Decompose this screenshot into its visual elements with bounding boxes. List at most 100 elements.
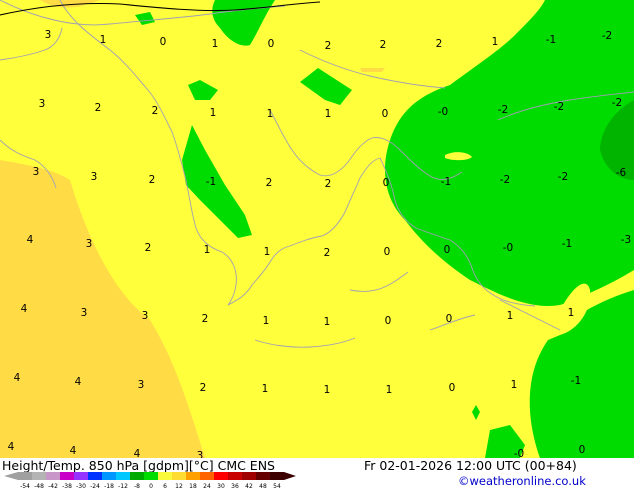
contour-value-label: 1 [324,384,331,396]
contour-value-label: 1 [507,310,514,322]
contour-value-label: 1 [511,379,518,391]
copyright-link[interactable]: ©weatheronline.co.uk [458,474,586,488]
colorbar-tick-label: -48 [34,483,44,490]
colorbar: -54 -48 -42 -38 -30 -24 -18 -12 -8 0 6 12 18 24 30 36 42… [4,472,296,490]
contour-value-label: 0 [383,177,390,189]
colorbar-segment [32,472,46,480]
contour-value-label: -0 [503,242,513,254]
contour-value-label: 3 [81,307,88,319]
colorbar-tick-label: -42 [48,483,58,490]
colorbar-tick-label: 18 [189,483,197,490]
colorbar-tick-label: 30 [217,483,225,490]
contour-value-label: 4 [134,448,141,458]
contour-value-label: -2 [602,30,612,42]
contour-value-label: -2 [498,104,508,116]
contour-value-label: 0 [446,313,453,325]
colorbar-left-arrow [4,472,18,480]
contour-value-label: 0 [268,38,275,50]
colorbar-segment [242,472,256,480]
contour-value-label: 1 [263,315,270,327]
contour-value-label: 1 [100,34,107,46]
valid-time: Fr 02-01-2026 12:00 UTC (00+84) [364,458,577,473]
colorbar-tick-label: 36 [231,483,239,490]
contour-value-label: 4 [27,234,34,246]
map-canvas: 3 1 0 1 0 2 2 2 1 -1 -2 3 2 2 1 1 1 0 -0 -2 -2 -2 3 3 2 -1 2 2 0 -1 -2… [0,0,634,462]
contour-value-label: -0 [514,448,524,458]
contour-value-label: 2 [380,39,387,51]
contour-value-label: 2 [149,174,156,186]
contour-value-label: 1 [324,316,331,328]
contour-value-label: 0 [385,315,392,327]
contour-value-label: -0 [438,106,448,118]
contour-value-label: 3 [33,166,40,178]
contour-value-label: 1 [262,383,269,395]
contour-value-label: -2 [554,101,564,113]
colorbar-tick-label: 12 [175,483,183,490]
contour-value-label: -3 [621,234,631,246]
contour-value-label: 3 [86,238,93,250]
contour-value-label: 3 [91,171,98,183]
chart-title: Height/Temp. 850 hPa [gdpm][°C] CMC ENS [2,458,275,473]
contour-value-label: 2 [436,38,443,50]
contour-value-label: 2 [202,313,209,325]
contour-value-label: 4 [21,303,28,315]
colorbar-segment [144,472,158,480]
contour-value-label: -2 [558,171,568,183]
contour-value-label: 2 [324,247,331,259]
contour-value-label: 2 [325,178,332,190]
colorbar-segment [74,472,88,480]
footer: Height/Temp. 850 hPa [gdpm][°C] CMC ENS … [0,458,634,490]
contour-value-label: 2 [200,382,207,394]
colorbar-segment [130,472,144,480]
colorbar-segment [186,472,200,480]
colorbar-segment [214,472,228,480]
contour-value-label: 2 [95,102,102,114]
colorbar-segment [18,472,32,480]
colorbar-segment [256,472,270,480]
contour-value-label: -1 [441,176,451,188]
contour-value-label: -6 [616,167,627,179]
colorbar-segment [270,472,284,480]
colorbar-segment [116,472,130,480]
contour-value-label: 1 [212,38,219,50]
contour-value-label: 0 [384,246,391,258]
contour-value-label: 2 [152,105,159,117]
colorbar-right-arrow [284,472,296,480]
contour-value-label: 2 [145,242,152,254]
colorbar-segment [88,472,102,480]
colorbar-tick-label: 6 [163,483,167,490]
contour-value-label: 4 [75,376,82,388]
contour-value-label: -2 [612,97,622,109]
contour-value-label: 1 [386,384,393,396]
contour-value-label: 0 [382,108,389,120]
contour-value-label: -1 [562,238,572,250]
colorbar-segment [200,472,214,480]
contour-value-label: 4 [70,445,77,457]
contour-value-label: 1 [264,246,271,258]
colorbar-tick-label: 54 [273,483,281,490]
colorbar-tick-label: -8 [134,483,140,490]
contour-value-label: 3 [138,379,145,391]
contour-value-label: 3 [197,450,204,458]
colorbar-segment [172,472,186,480]
colorbar-tick-label: -24 [90,483,100,490]
contour-value-label: 1 [267,108,274,120]
contour-value-label: 2 [325,40,332,52]
contour-value-label: 2 [266,177,273,189]
contour-value-label: 1 [210,107,217,119]
colorbar-segment [102,472,116,480]
colorbar-tick-label: 0 [149,483,153,490]
contour-value-label: -1 [571,375,581,387]
colorbar-segment [158,472,172,480]
colorbar-segment [228,472,242,480]
contour-value-label: 4 [14,372,21,384]
colorbar-tick-label: 42 [245,483,253,490]
orange-small-patch [360,68,385,72]
colorbar-tick-label: -38 [62,483,72,490]
contour-value-label: 1 [568,307,575,319]
contour-value-label: -1 [206,176,216,188]
contour-value-label: 0 [160,36,167,48]
contour-value-label: 0 [444,244,451,256]
weather-map: 3 1 0 1 0 2 2 2 1 -1 -2 3 2 2 1 1 1 0 -0 -2 -2 -2 3 3 2 -1 2 2 0 -1 -2… [0,0,634,462]
contour-value-label: 1 [325,108,332,120]
